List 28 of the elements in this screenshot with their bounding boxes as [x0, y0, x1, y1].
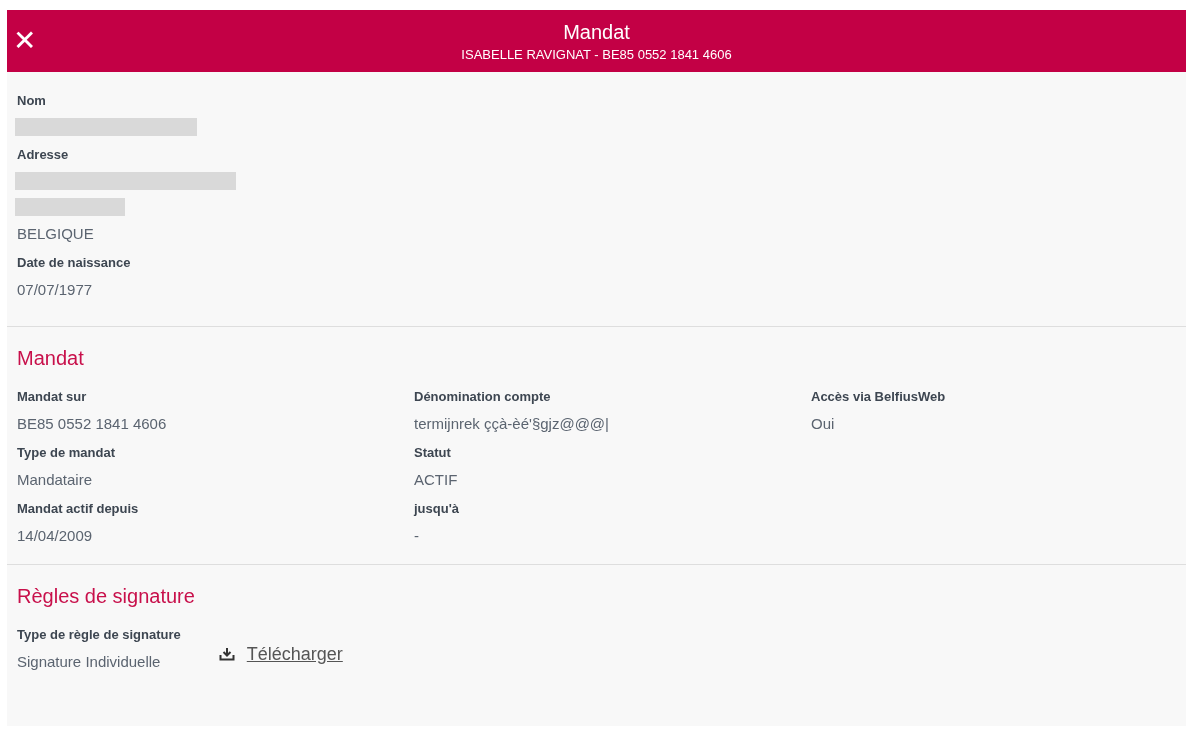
- field-value: 07/07/1977: [17, 280, 93, 300]
- field-value: termijnrek ççà-èé'§gjz@@@|: [414, 414, 609, 434]
- close-button[interactable]: ✕: [9, 27, 41, 55]
- field-label: Type de règle de signature: [17, 626, 181, 644]
- field-label: Date de naissance: [17, 254, 131, 272]
- field-value: 14/04/2009: [17, 526, 93, 546]
- field-label: Type de mandat: [17, 444, 115, 462]
- dialog-subtitle: ISABELLE RAVIGNAT - BE85 0552 1841 4606: [461, 46, 732, 62]
- section-title: Mandat: [17, 347, 84, 370]
- field-label: Dénomination compte: [414, 388, 551, 406]
- field-label: Statut: [414, 444, 451, 462]
- field-value: -: [414, 526, 419, 546]
- field-value: Signature Individuelle: [17, 652, 161, 672]
- dialog-title: Mandat: [563, 20, 630, 44]
- field-value: Mandataire: [17, 470, 93, 490]
- download-icon[interactable]: [218, 647, 235, 661]
- field-label: Mandat actif depuis: [17, 500, 139, 518]
- field-label: Accès via BelfiusWeb: [811, 388, 946, 406]
- field-label: Nom: [17, 92, 46, 110]
- download-link[interactable]: Télécharger: [246, 643, 343, 665]
- field-value: Oui: [811, 414, 835, 434]
- field-label: jusqu'à: [414, 500, 459, 518]
- section-title: Règles de signature: [17, 585, 195, 608]
- field-value: BELGIQUE: [17, 224, 94, 244]
- field-label: Adresse: [17, 146, 69, 164]
- field-value: ACTIF: [414, 470, 458, 490]
- field-label: Mandat sur: [17, 388, 87, 406]
- field-value: BE85 0552 1841 4606: [17, 414, 167, 434]
